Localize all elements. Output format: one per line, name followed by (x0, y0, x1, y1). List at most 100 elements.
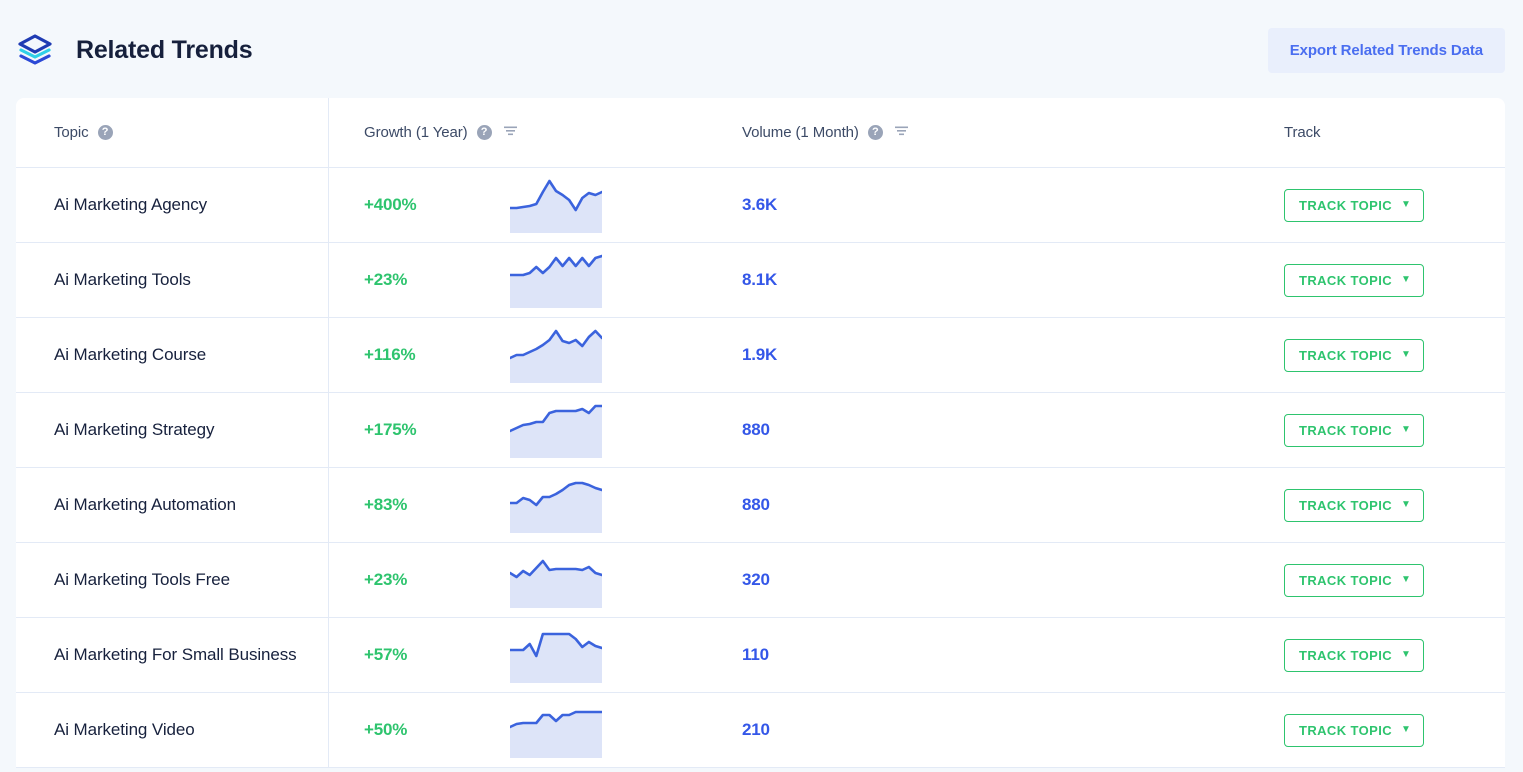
column-header-topic: Topic ? (16, 98, 329, 167)
growth-value: +23% (364, 270, 408, 289)
cell-growth: +400% (329, 168, 726, 242)
cell-growth: +83% (329, 468, 726, 542)
cell-topic: Ai Marketing Agency (16, 168, 329, 242)
cell-volume: 210 (726, 693, 1283, 767)
growth-sort-icon[interactable] (503, 124, 518, 141)
cell-topic: Ai Marketing Automation (16, 468, 329, 542)
chevron-down-icon: ▼ (1401, 724, 1412, 735)
cell-volume: 110 (726, 618, 1283, 692)
growth-sparkline (474, 478, 602, 533)
cell-volume: 1.9K (726, 318, 1283, 392)
topic-name[interactable]: Ai Marketing For Small Business (54, 644, 297, 667)
track-topic-button[interactable]: TRACK TOPIC ▼ (1284, 188, 1425, 222)
cell-track: TRACK TOPIC ▼ (1283, 468, 1505, 542)
table-row: Ai Marketing Tools +23% 8.1K TRACK TOPIC ▼ (16, 243, 1505, 318)
track-topic-label: TRACK TOPIC (1299, 722, 1392, 738)
volume-value: 880 (742, 495, 770, 514)
growth-sparkline (474, 703, 602, 758)
cell-topic: Ai Marketing Video (16, 693, 329, 767)
cell-track: TRACK TOPIC ▼ (1283, 243, 1505, 317)
topic-help-icon[interactable]: ? (97, 125, 113, 140)
cell-volume: 3.6K (726, 168, 1283, 242)
column-header-volume: Volume (1 Month) ? (726, 98, 1283, 167)
topic-name[interactable]: Ai Marketing Agency (54, 194, 207, 217)
table-row: Ai Marketing Automation +83% 880 TRACK TOPI… (16, 468, 1505, 543)
topic-name[interactable]: Ai Marketing Strategy (54, 419, 215, 442)
growth-sparkline (474, 253, 602, 308)
cell-track: TRACK TOPIC ▼ (1283, 318, 1505, 392)
growth-value: +175% (364, 420, 417, 439)
volume-value: 1.9K (742, 345, 778, 364)
growth-help-icon[interactable]: ? (476, 125, 492, 140)
track-topic-label: TRACK TOPIC (1299, 647, 1392, 663)
track-topic-button[interactable]: TRACK TOPIC ▼ (1284, 338, 1425, 372)
track-topic-button[interactable]: TRACK TOPIC ▼ (1284, 413, 1425, 447)
table-row: Ai Marketing Strategy +175% 880 TRACK TOPIC… (16, 393, 1505, 468)
topic-name[interactable]: Ai Marketing Video (54, 719, 195, 742)
volume-value: 210 (742, 720, 770, 739)
volume-value: 3.6K (742, 195, 778, 214)
column-label-growth: Growth (1 Year) (364, 124, 468, 141)
brand: Related Trends (16, 31, 253, 69)
growth-sparkline (474, 628, 602, 683)
growth-sparkline (474, 178, 602, 233)
growth-value: +400% (364, 195, 417, 214)
track-topic-button[interactable]: TRACK TOPIC ▼ (1284, 563, 1425, 597)
column-label-volume: Volume (1 Month) (742, 124, 859, 141)
cell-growth: +57% (329, 618, 726, 692)
chevron-down-icon: ▼ (1401, 274, 1412, 285)
track-topic-button[interactable]: TRACK TOPIC ▼ (1284, 488, 1425, 522)
column-label-topic: Topic (54, 124, 89, 141)
cell-track: TRACK TOPIC ▼ (1283, 693, 1505, 767)
topic-name[interactable]: Ai Marketing Tools Free (54, 569, 230, 592)
chevron-down-icon: ▼ (1401, 574, 1412, 585)
volume-value: 320 (742, 570, 770, 589)
page-title: Related Trends (76, 35, 253, 64)
topic-name[interactable]: Ai Marketing Course (54, 344, 206, 367)
track-topic-button[interactable]: TRACK TOPIC ▼ (1284, 263, 1425, 297)
column-header-growth: Growth (1 Year) ? (329, 98, 726, 167)
page-header: Related Trends Export Related Trends Dat… (0, 0, 1523, 100)
track-topic-button[interactable]: TRACK TOPIC ▼ (1284, 713, 1425, 747)
cell-topic: Ai Marketing For Small Business (16, 618, 329, 692)
growth-value: +116% (364, 345, 416, 364)
growth-sparkline (474, 553, 602, 608)
cell-track: TRACK TOPIC ▼ (1283, 168, 1505, 242)
column-label-track: Track (1284, 124, 1321, 141)
cell-volume: 880 (726, 468, 1283, 542)
table-row: Ai Marketing Agency +400% 3.6K TRACK TOPIC ▼ (16, 168, 1505, 243)
topic-name[interactable]: Ai Marketing Automation (54, 494, 236, 517)
cell-topic: Ai Marketing Tools (16, 243, 329, 317)
layers-stack-icon (16, 31, 54, 69)
column-header-track: Track (1283, 98, 1505, 167)
volume-help-icon[interactable]: ? (867, 125, 883, 140)
track-topic-button[interactable]: TRACK TOPIC ▼ (1284, 638, 1425, 672)
growth-sparkline (474, 328, 602, 383)
track-topic-label: TRACK TOPIC (1299, 572, 1392, 588)
chevron-down-icon: ▼ (1401, 349, 1412, 360)
track-topic-label: TRACK TOPIC (1299, 197, 1392, 213)
chevron-down-icon: ▼ (1401, 424, 1412, 435)
related-trends-page: Related Trends Export Related Trends Dat… (0, 0, 1523, 772)
topic-name[interactable]: Ai Marketing Tools (54, 269, 191, 292)
table-row: Ai Marketing Video +50% 210 TRACK TOPIC ▼ (16, 693, 1505, 768)
table-row: Ai Marketing Tools Free +23% 320 TRACK TOPI… (16, 543, 1505, 618)
track-topic-label: TRACK TOPIC (1299, 497, 1392, 513)
cell-track: TRACK TOPIC ▼ (1283, 543, 1505, 617)
cell-growth: +23% (329, 243, 726, 317)
track-topic-label: TRACK TOPIC (1299, 347, 1392, 363)
volume-value: 110 (742, 645, 769, 664)
growth-value: +23% (364, 570, 408, 589)
cell-topic: Ai Marketing Strategy (16, 393, 329, 467)
cell-growth: +23% (329, 543, 726, 617)
chevron-down-icon: ▼ (1401, 499, 1412, 510)
volume-sort-icon[interactable] (894, 124, 909, 141)
cell-topic: Ai Marketing Tools Free (16, 543, 329, 617)
cell-topic: Ai Marketing Course (16, 318, 329, 392)
track-topic-label: TRACK TOPIC (1299, 272, 1392, 288)
cell-volume: 8.1K (726, 243, 1283, 317)
cell-growth: +50% (329, 693, 726, 767)
volume-value: 8.1K (742, 270, 778, 289)
related-trends-table: Topic ? Growth (1 Year) ? Volume (1 Mont… (16, 98, 1505, 768)
export-related-trends-data-button[interactable]: Export Related Trends Data (1267, 27, 1505, 73)
